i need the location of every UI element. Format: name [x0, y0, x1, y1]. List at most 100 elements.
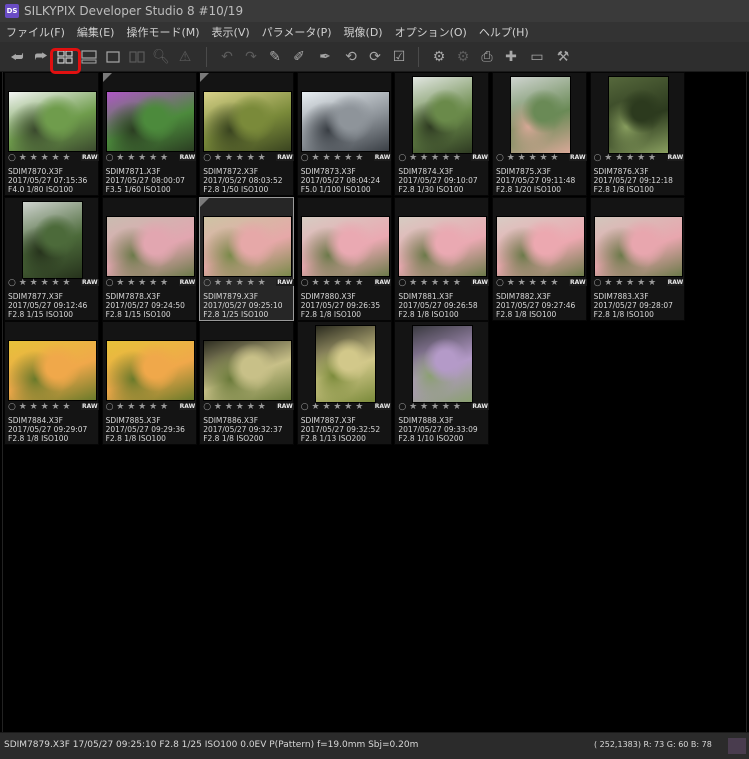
status-bar: SDIM7879.X3F 17/05/27 09:25:10 F2.8 1/25… — [0, 732, 749, 759]
checkbox-icon[interactable]: ☑ — [388, 46, 410, 68]
thumbnail-filename: SDIM7881.X3F — [398, 291, 454, 301]
thumbnail-cell[interactable]: ○ ★ ★ ★ ★ ★ RAW SDIM7873.X3F 2017/05/27 08:… — [296, 72, 392, 196]
thumbnail-image[interactable] — [105, 340, 195, 401]
thumbnail-filename: SDIM7883.X3F — [593, 291, 649, 301]
thumbnail-cell[interactable]: ○ ★ ★ ★ ★ ★ RAW SDIM7875.X3F 2017/05/27 09:… — [492, 72, 587, 196]
thumbnail-datetime: 2017/05/27 09:27:46 — [496, 300, 576, 310]
previous-icon[interactable]: ⮨ — [6, 46, 28, 68]
thumbnail-cell[interactable]: ○ ★ ★ ★ ★ ★ RAW SDIM7885.X3F 2017/05/27 09:… — [101, 321, 197, 445]
thumbnail-image[interactable] — [8, 91, 97, 152]
thumbnail-cell[interactable]: ○ ★ ★ ★ ★ ★ RAW SDIM7882.X3F 2017/05/27 09:… — [492, 196, 587, 321]
thumbnail-image[interactable] — [203, 340, 293, 401]
menu-parameter[interactable]: パラメータ(P) — [262, 24, 332, 40]
thumbnail-cell[interactable]: ○ ★ ★ ★ ★ ★ RAW SDIM7884.X3F 2017/05/27 09:… — [4, 321, 99, 445]
menu-help[interactable]: ヘルプ(H) — [479, 24, 529, 40]
thumbnail-image[interactable] — [8, 340, 97, 401]
monitor-icon[interactable]: ▭ — [526, 46, 548, 68]
thumbnail-exposure: F2.8 1/8 ISO100 — [593, 309, 654, 319]
thumbnail-cell[interactable]: ○ ★ ★ ★ ★ ★ RAW SDIM7883.X3F 2017/05/27 09:… — [589, 196, 685, 321]
thumbnail-cell[interactable]: ○ ★ ★ ★ ★ ★ RAW SDIM7879.X3F 2017/05/27 09:… — [199, 196, 295, 321]
thumbnail-image[interactable] — [412, 76, 474, 154]
thumbnail-datetime: 2017/05/27 09:24:50 — [105, 300, 185, 310]
next-icon[interactable]: ⮫ — [30, 46, 52, 68]
menu-file[interactable]: ファイル(F) — [6, 24, 65, 40]
corner-tab-icon — [200, 73, 210, 82]
develop-settings-icon[interactable]: ⚙ — [428, 46, 450, 68]
thumbnail-cell[interactable]: ○ ★ ★ ★ ★ ★ RAW SDIM7870.X3F 2017/05/27 07:… — [4, 72, 99, 196]
thumbnail-exposure: F2.8 1/8 ISO200 — [203, 434, 264, 443]
thumbnail-cell[interactable]: ○ ★ ★ ★ ★ ★ RAW SDIM7880.X3F 2017/05/27 09:… — [296, 196, 392, 321]
thumbnail-exposure: F2.8 1/8 ISO100 — [8, 434, 69, 443]
thumbnail-image[interactable] — [398, 215, 488, 277]
thumbnail-filename: SDIM7884.X3F — [8, 416, 63, 425]
thumbnail-grid: ○ ★ ★ ★ ★ ★ RAW SDIM7870.X3F 2017/05/27 07:… — [2, 72, 747, 732]
status-file-info: SDIM7879.X3F 17/05/27 09:25:10 F2.8 1/25… — [4, 740, 419, 750]
thumbnail-cell[interactable]: ○ ★ ★ ★ ★ ★ RAW SDIM7877.X3F 2017/05/27 09:… — [4, 196, 99, 321]
thumbnail-image[interactable] — [412, 325, 474, 403]
rotate-right-icon[interactable]: ⟳ — [364, 46, 386, 68]
thumbnail-datetime: 2017/05/27 09:29:07 — [8, 425, 88, 434]
thumbnail-datetime: 2017/05/27 09:12:46 — [8, 300, 88, 310]
thumbnail-image[interactable] — [203, 215, 293, 277]
undo-icon[interactable]: ↶ — [216, 46, 238, 68]
thumbnail-cell[interactable]: ○ ★ ★ ★ ★ ★ RAW SDIM7874.X3F 2017/05/27 09:… — [394, 72, 490, 196]
thumbnail-cell[interactable]: ○ ★ ★ ★ ★ ★ RAW SDIM7881.X3F 2017/05/27 09:… — [394, 196, 490, 321]
thumbnail-image[interactable] — [314, 325, 376, 403]
thumbnail-image[interactable] — [496, 215, 585, 277]
menu-view[interactable]: 表示(V) — [212, 24, 250, 40]
thumbnail-image[interactable] — [22, 200, 83, 279]
raw-badge: RAW — [81, 154, 99, 161]
edit-parameters-icon[interactable]: ✒ — [314, 46, 336, 68]
warning-icon[interactable]: ⚠ — [174, 46, 196, 68]
menu-option[interactable]: オプション(O) — [395, 24, 467, 40]
thumbnail-datetime: 2017/05/27 08:04:24 — [300, 176, 381, 185]
thumbnail-cell[interactable]: ○ ★ ★ ★ ★ ★ RAW SDIM7886.X3F 2017/05/27 09:… — [199, 321, 295, 445]
thumbnail-image[interactable] — [510, 76, 571, 154]
app-logo-icon: DS — [5, 4, 19, 18]
thumbnail-filename: SDIM7872.X3F — [203, 167, 259, 176]
thumbnail-cell[interactable]: ○ ★ ★ ★ ★ ★ RAW SDIM7871.X3F 2017/05/27 08:… — [101, 72, 197, 196]
toolbar-separator — [206, 47, 207, 67]
copy-parameters-icon[interactable]: ✎ — [264, 46, 286, 68]
compare-view-icon[interactable] — [126, 46, 148, 68]
thumbnail-image[interactable] — [300, 91, 390, 152]
thumbnail-image[interactable] — [105, 215, 195, 277]
raw-badge: RAW — [666, 278, 685, 286]
zoom-icon[interactable]: 🔍︎ — [150, 46, 172, 68]
thumbnail-exposure: F2.8 1/8 ISO100 — [593, 185, 654, 194]
thumbnail-cell[interactable]: ○ ★ ★ ★ ★ ★ RAW SDIM7878.X3F 2017/05/27 09:… — [101, 196, 197, 321]
paste-parameters-icon[interactable]: ✐ — [288, 46, 310, 68]
preview-view-icon[interactable] — [102, 46, 124, 68]
batch-develop-icon[interactable]: ⚙ — [452, 46, 474, 68]
plugin-icon[interactable]: ✚ — [500, 46, 522, 68]
filmstrip-view-icon[interactable] — [78, 46, 100, 68]
thumbnail-exposure: F3.5 1/60 ISO100 — [105, 185, 171, 194]
hammer-icon[interactable]: ⚒ — [552, 46, 574, 68]
thumbnail-filename: SDIM7878.X3F — [105, 291, 161, 301]
raw-badge: RAW — [373, 403, 392, 410]
menu-edit[interactable]: 編集(E) — [77, 24, 115, 40]
thumbnail-image[interactable] — [105, 91, 195, 152]
thumbnail-exposure: F2.8 1/8 ISO100 — [496, 309, 557, 319]
raw-badge: RAW — [569, 278, 587, 286]
thumbnail-cell[interactable]: ○ ★ ★ ★ ★ ★ RAW SDIM7888.X3F 2017/05/27 09:… — [394, 321, 490, 445]
thumbnail-cell[interactable]: ○ ★ ★ ★ ★ ★ RAW SDIM7887.X3F 2017/05/27 09:… — [296, 321, 392, 445]
print-icon[interactable]: ⎙ — [476, 46, 498, 68]
thumbnail-grid-icon[interactable] — [54, 46, 76, 68]
thumbnail-datetime: 2017/05/27 07:15:36 — [8, 176, 88, 185]
redo-icon[interactable]: ↷ — [240, 46, 262, 68]
thumbnail-image[interactable] — [607, 76, 669, 154]
thumbnail-cell[interactable]: ○ ★ ★ ★ ★ ★ RAW SDIM7876.X3F 2017/05/27 09:… — [589, 72, 685, 196]
thumbnail-exposure: F2.8 1/10 ISO200 — [398, 434, 464, 443]
raw-badge: RAW — [471, 154, 490, 161]
menu-develop[interactable]: 現像(D) — [344, 24, 383, 40]
thumbnail-cell[interactable]: ○ ★ ★ ★ ★ ★ RAW SDIM7872.X3F 2017/05/27 08:… — [199, 72, 295, 196]
thumbnail-filename: SDIM7885.X3F — [105, 416, 161, 425]
thumbnail-image[interactable] — [593, 215, 683, 277]
thumbnail-datetime: 2017/05/27 08:00:07 — [105, 176, 185, 185]
thumbnail-image[interactable] — [300, 215, 390, 277]
thumbnail-image[interactable] — [203, 91, 293, 152]
menu-operation-mode[interactable]: 操作モード(M) — [126, 24, 199, 40]
rotate-left-icon[interactable]: ⟲ — [340, 46, 362, 68]
thumbnail-filename: SDIM7871.X3F — [105, 167, 161, 176]
